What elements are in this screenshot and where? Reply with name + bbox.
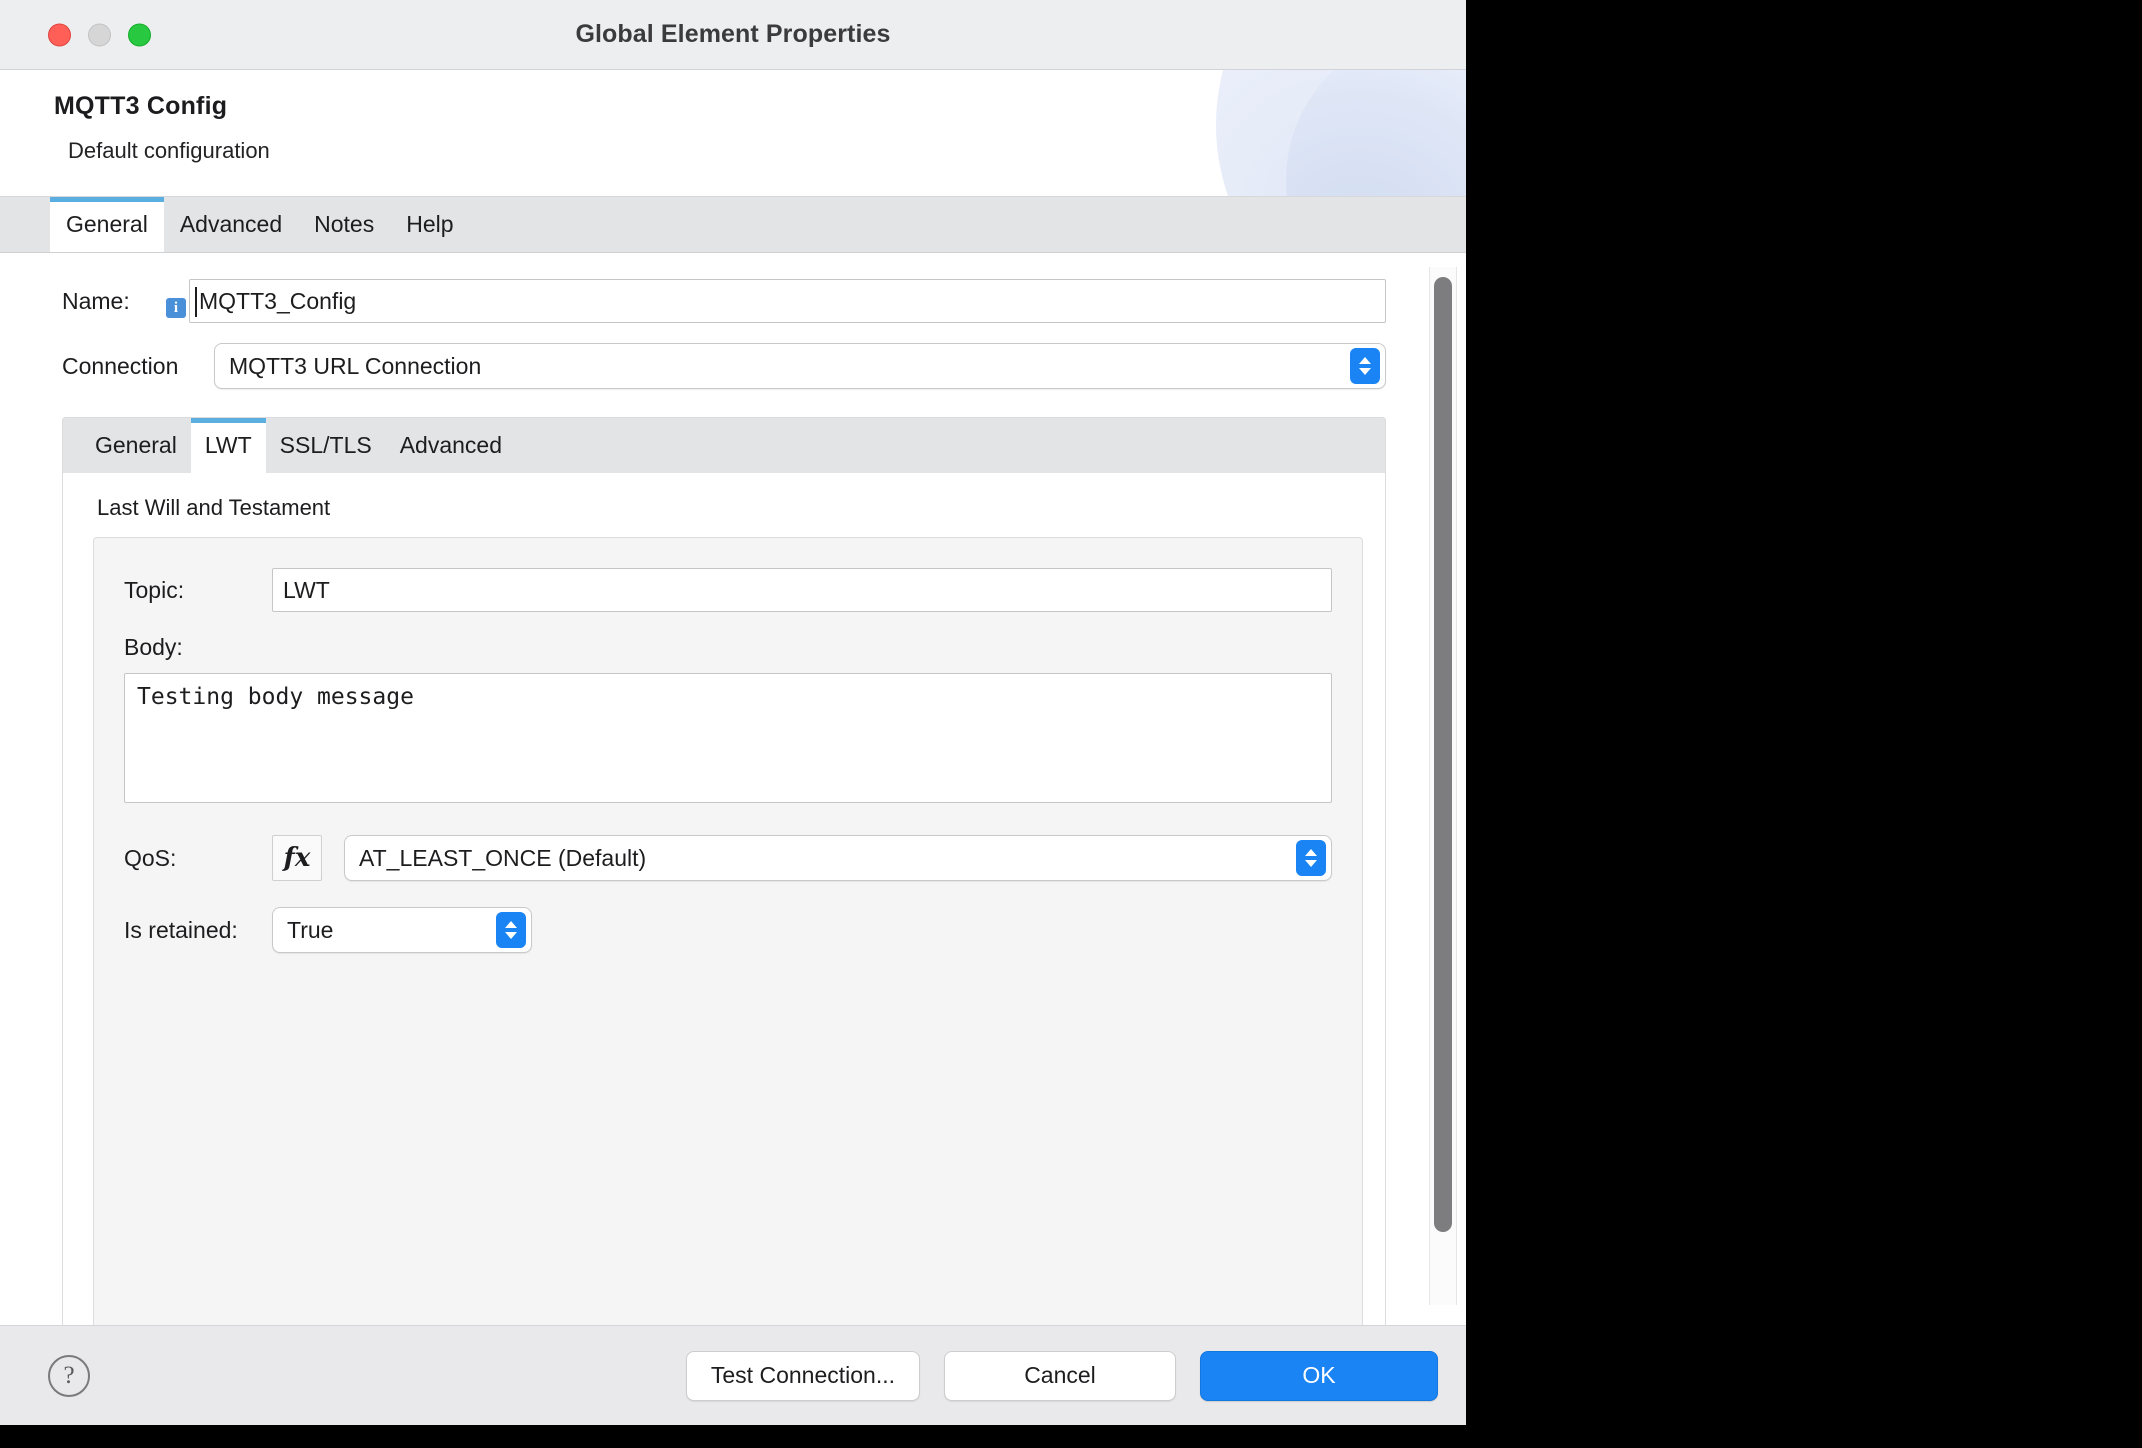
inner-tab-ssl-tls[interactable]: SSL/TLS <box>266 418 386 473</box>
topic-row: Topic: LWT <box>124 568 1332 612</box>
outer-tab-bar: General Advanced Notes Help <box>0 197 1466 253</box>
inner-tab-lwt-label: LWT <box>204 432 252 458</box>
qos-select[interactable]: AT_LEAST_ONCE (Default) <box>344 835 1332 881</box>
body-textarea[interactable]: Testing body message <box>124 673 1332 803</box>
scrollbar-track[interactable] <box>1429 267 1457 1305</box>
text-caret <box>195 287 197 317</box>
dialog-header: MQTT3 Config Default configuration <box>0 70 1466 197</box>
maximize-window-button[interactable] <box>128 23 151 46</box>
chevron-updown-icon <box>1296 840 1326 876</box>
tab-notes-label: Notes <box>314 211 375 237</box>
name-input[interactable]: MQTT3_Config <box>189 279 1386 323</box>
is-retained-select[interactable]: True <box>272 907 532 953</box>
connection-label: Connection <box>62 352 179 379</box>
scrollable-form-region: Name: i MQTT3_Config Connection MQTT3 UR… <box>0 253 1420 1325</box>
inner-tab-general[interactable]: General <box>81 418 191 473</box>
connection-settings-panel: General LWT SSL/TLS Advanced Last Will a… <box>62 417 1386 1325</box>
topic-input-value: LWT <box>283 576 330 603</box>
tab-advanced[interactable]: Advanced <box>164 197 298 252</box>
lwt-tab-content: Last Will and Testament Topic: LWT Body:… <box>63 473 1385 1325</box>
test-connection-button[interactable]: Test Connection... <box>685 1350 920 1401</box>
connection-select[interactable]: MQTT3 URL Connection <box>214 343 1386 389</box>
qos-label: QoS: <box>124 844 177 871</box>
dialog-body: Name: i MQTT3_Config Connection MQTT3 UR… <box>0 253 1466 1325</box>
tab-general-label: General <box>66 211 148 237</box>
cancel-button[interactable]: Cancel <box>944 1350 1176 1401</box>
tab-notes[interactable]: Notes <box>298 197 390 252</box>
page-title: MQTT3 Config <box>54 92 228 120</box>
qos-select-value: AT_LEAST_ONCE (Default) <box>359 844 647 871</box>
window-titlebar: Global Element Properties <box>0 0 1466 70</box>
close-window-button[interactable] <box>48 23 71 46</box>
inner-tab-ssl-tls-label: SSL/TLS <box>279 432 372 458</box>
qos-expression-button[interactable]: fx <box>272 835 322 881</box>
name-input-value: MQTT3_Config <box>199 287 357 314</box>
inner-tab-advanced-label: Advanced <box>399 432 503 458</box>
body-label: Body: <box>124 634 183 660</box>
is-retained-row: Is retained: True <box>124 907 1332 953</box>
header-decoration-arc-inner <box>1286 70 1466 196</box>
global-element-properties-window: Global Element Properties MQTT3 Config D… <box>0 0 1466 1425</box>
screen-canvas: Global Element Properties MQTT3 Config D… <box>0 0 2142 1448</box>
qos-row: QoS: fx AT_LEAST_ONCE (Default) <box>124 835 1332 881</box>
window-title: Global Element Properties <box>575 20 891 48</box>
name-label: Name: <box>62 287 130 314</box>
chevron-updown-icon <box>1350 348 1380 384</box>
is-retained-label: Is retained: <box>124 916 238 943</box>
inner-tab-lwt[interactable]: LWT <box>190 418 266 473</box>
help-icon[interactable]: ? <box>48 1354 90 1397</box>
lwt-group-box: Topic: LWT Body: Testing body message Qo… <box>93 537 1363 1325</box>
dialog-footer: ? Test Connection... Cancel OK <box>0 1325 1466 1425</box>
group-title: Last Will and Testament <box>97 495 331 520</box>
vertical-scrollbar[interactable] <box>1420 253 1466 1325</box>
topic-label: Topic: <box>124 576 185 603</box>
minimize-window-button[interactable] <box>88 23 111 46</box>
connection-row: Connection MQTT3 URL Connection <box>0 343 1420 389</box>
inner-tab-advanced[interactable]: Advanced <box>386 418 516 473</box>
chevron-updown-icon <box>496 912 526 948</box>
connection-select-value: MQTT3 URL Connection <box>229 352 482 379</box>
is-retained-select-value: True <box>287 916 334 943</box>
topic-input[interactable]: LWT <box>272 568 1332 612</box>
tab-help-label: Help <box>406 211 454 237</box>
tab-general[interactable]: General <box>50 197 164 252</box>
inner-tab-general-label: General <box>95 432 177 458</box>
name-row: Name: i MQTT3_Config <box>0 279 1420 323</box>
tab-help[interactable]: Help <box>390 197 469 252</box>
page-subtitle: Default configuration <box>68 138 270 163</box>
scrollbar-thumb[interactable] <box>1434 277 1452 1232</box>
header-decoration-arc-outer <box>1216 70 1466 196</box>
info-icon[interactable]: i <box>166 298 186 318</box>
inner-tab-bar: General LWT SSL/TLS Advanced <box>63 418 1385 473</box>
ok-button[interactable]: OK <box>1200 1350 1438 1401</box>
tab-advanced-label: Advanced <box>179 211 283 237</box>
traffic-light-group <box>48 23 151 46</box>
